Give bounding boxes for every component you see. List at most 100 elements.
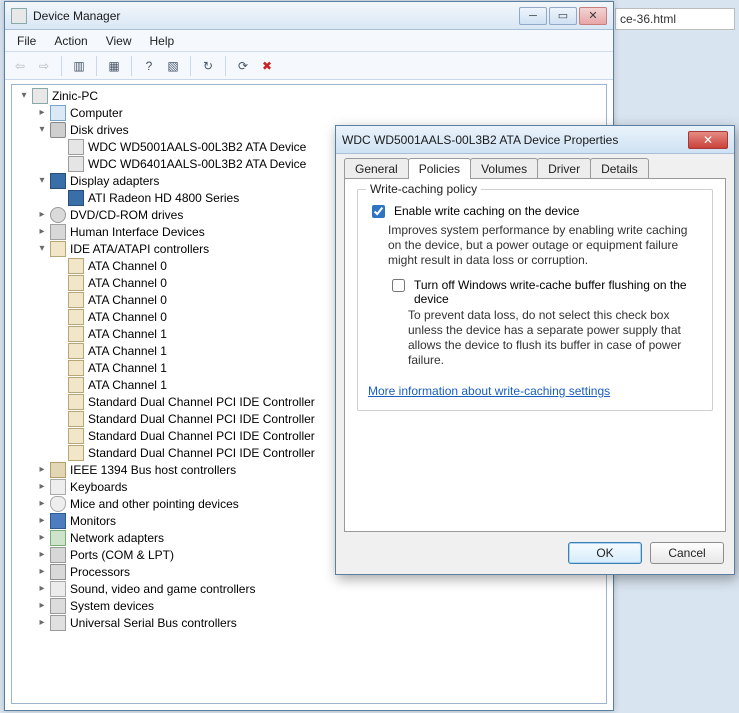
collapse-icon[interactable]: ▾ [36, 124, 48, 136]
ok-button[interactable]: OK [568, 542, 642, 564]
minimize-button[interactable]: ─ [519, 7, 547, 25]
tree-node-label: ATI Radeon HD 4800 Series [88, 191, 239, 205]
turn-off-buffer-flushing-desc: To prevent data loss, do not select this… [408, 308, 702, 368]
more-info-link[interactable]: More information about write-caching set… [368, 384, 610, 398]
tab-details[interactable]: Details [590, 158, 649, 179]
tb-uninstall-icon[interactable]: ✖ [256, 55, 278, 77]
enable-write-caching-checkbox[interactable] [372, 205, 385, 218]
tb-show-hidden-icon[interactable]: ▧ [162, 55, 184, 77]
expand-icon[interactable]: ▸ [36, 617, 48, 629]
device-icon [68, 258, 84, 274]
tb-forward-icon[interactable]: ⇨ [33, 55, 55, 77]
titlebar[interactable]: Device Manager ─ ▭ ✕ [5, 2, 613, 30]
device-icon [68, 190, 84, 206]
collapse-icon[interactable]: ▾ [36, 243, 48, 255]
device-icon [68, 326, 84, 342]
tree-node-label: Display adapters [70, 174, 159, 188]
dialog-titlebar[interactable]: WDC WD5001AALS-00L3B2 ATA Device Propert… [336, 126, 734, 154]
expand-icon[interactable]: ▸ [36, 107, 48, 119]
device-icon [68, 377, 84, 393]
tree-node-label: Mice and other pointing devices [70, 497, 239, 511]
tree-node[interactable]: ▸ System devices [34, 597, 606, 614]
tree-node-label: System devices [70, 599, 154, 613]
tree-node-label: Human Interface Devices [70, 225, 205, 239]
tree-node-label: Ports (COM & LPT) [70, 548, 174, 562]
tree-node[interactable]: ▸Computer [34, 104, 606, 121]
menu-bar: File Action View Help [5, 30, 613, 52]
tb-back-icon[interactable]: ⇦ [9, 55, 31, 77]
expand-icon[interactable]: ▸ [36, 464, 48, 476]
expand-icon[interactable]: ▸ [36, 498, 48, 510]
tab-driver[interactable]: Driver [537, 158, 591, 179]
tb-separator [131, 56, 132, 76]
tree-node[interactable]: ▸ Sound, video and game controllers [34, 580, 606, 597]
device-icon [68, 445, 84, 461]
device-icon [50, 224, 66, 240]
expander-placeholder [54, 141, 66, 153]
device-icon [50, 547, 66, 563]
device-icon [50, 598, 66, 614]
device-icon [32, 88, 48, 104]
tb-update-driver-icon[interactable]: ⟳ [232, 55, 254, 77]
tree-node-label: Disk drives [70, 123, 129, 137]
device-icon [68, 156, 84, 172]
window-title: Device Manager [33, 9, 519, 23]
turn-off-buffer-flushing-row[interactable]: Turn off Windows write-cache buffer flus… [388, 278, 702, 306]
enable-write-caching-desc: Improves system performance by enabling … [388, 223, 702, 268]
tb-up-level-icon[interactable]: ▥ [68, 55, 90, 77]
close-button[interactable]: ✕ [579, 7, 607, 25]
tree-node-label: ATA Channel 0 [88, 259, 167, 273]
tb-separator [61, 56, 62, 76]
tb-properties-icon[interactable]: ▦ [103, 55, 125, 77]
tree-node-label: Processors [70, 565, 130, 579]
tree-node[interactable]: ▾Zinic-PC [16, 87, 606, 104]
menu-file[interactable]: File [9, 32, 44, 50]
dialog-close-button[interactable]: ✕ [688, 131, 728, 149]
cancel-button[interactable]: Cancel [650, 542, 724, 564]
tab-policies[interactable]: Policies [408, 158, 471, 179]
device-icon [50, 564, 66, 580]
enable-write-caching-row[interactable]: Enable write caching on the device [368, 204, 702, 221]
tree-node-label: Sound, video and game controllers [70, 582, 255, 596]
menu-help[interactable]: Help [142, 32, 183, 50]
expand-icon[interactable]: ▸ [36, 532, 48, 544]
expand-icon[interactable]: ▸ [36, 566, 48, 578]
tb-scan-hardware-icon[interactable]: ↻ [197, 55, 219, 77]
toolbar: ⇦ ⇨ ▥ ▦ ? ▧ ↻ ⟳ ✖ [5, 52, 613, 80]
device-icon [68, 275, 84, 291]
device-icon [68, 343, 84, 359]
maximize-button[interactable]: ▭ [549, 7, 577, 25]
menu-view[interactable]: View [98, 32, 140, 50]
collapse-icon[interactable]: ▾ [18, 90, 30, 102]
expand-icon[interactable]: ▸ [36, 515, 48, 527]
device-icon [50, 513, 66, 529]
device-icon [50, 479, 66, 495]
tree-node-label: ATA Channel 0 [88, 293, 167, 307]
tab-volumes[interactable]: Volumes [470, 158, 538, 179]
tb-help-icon[interactable]: ? [138, 55, 160, 77]
collapse-icon[interactable]: ▾ [36, 175, 48, 187]
tree-node-label: IEEE 1394 Bus host controllers [70, 463, 236, 477]
device-icon [68, 428, 84, 444]
expand-icon[interactable]: ▸ [36, 226, 48, 238]
menu-action[interactable]: Action [46, 32, 95, 50]
expander-placeholder [54, 260, 66, 272]
tree-node-label: Standard Dual Channel PCI IDE Controller [88, 395, 315, 409]
tab-general[interactable]: General [344, 158, 409, 179]
expand-icon[interactable]: ▸ [36, 549, 48, 561]
device-properties-dialog: WDC WD5001AALS-00L3B2 ATA Device Propert… [335, 125, 735, 575]
expander-placeholder [54, 294, 66, 306]
expander-placeholder [54, 396, 66, 408]
expander-placeholder [54, 362, 66, 374]
expand-icon[interactable]: ▸ [36, 583, 48, 595]
tree-node[interactable]: ▸Universal Serial Bus controllers [34, 614, 606, 631]
write-caching-groupbox: Write-caching policy Enable write cachin… [357, 189, 713, 411]
device-icon [50, 207, 66, 223]
expand-icon[interactable]: ▸ [36, 481, 48, 493]
expand-icon[interactable]: ▸ [36, 600, 48, 612]
device-icon [68, 139, 84, 155]
expand-icon[interactable]: ▸ [36, 209, 48, 221]
tree-node-label: WDC WD6401AALS-00L3B2 ATA Device [88, 157, 306, 171]
device-icon [50, 241, 66, 257]
turn-off-buffer-flushing-checkbox[interactable] [392, 279, 405, 292]
